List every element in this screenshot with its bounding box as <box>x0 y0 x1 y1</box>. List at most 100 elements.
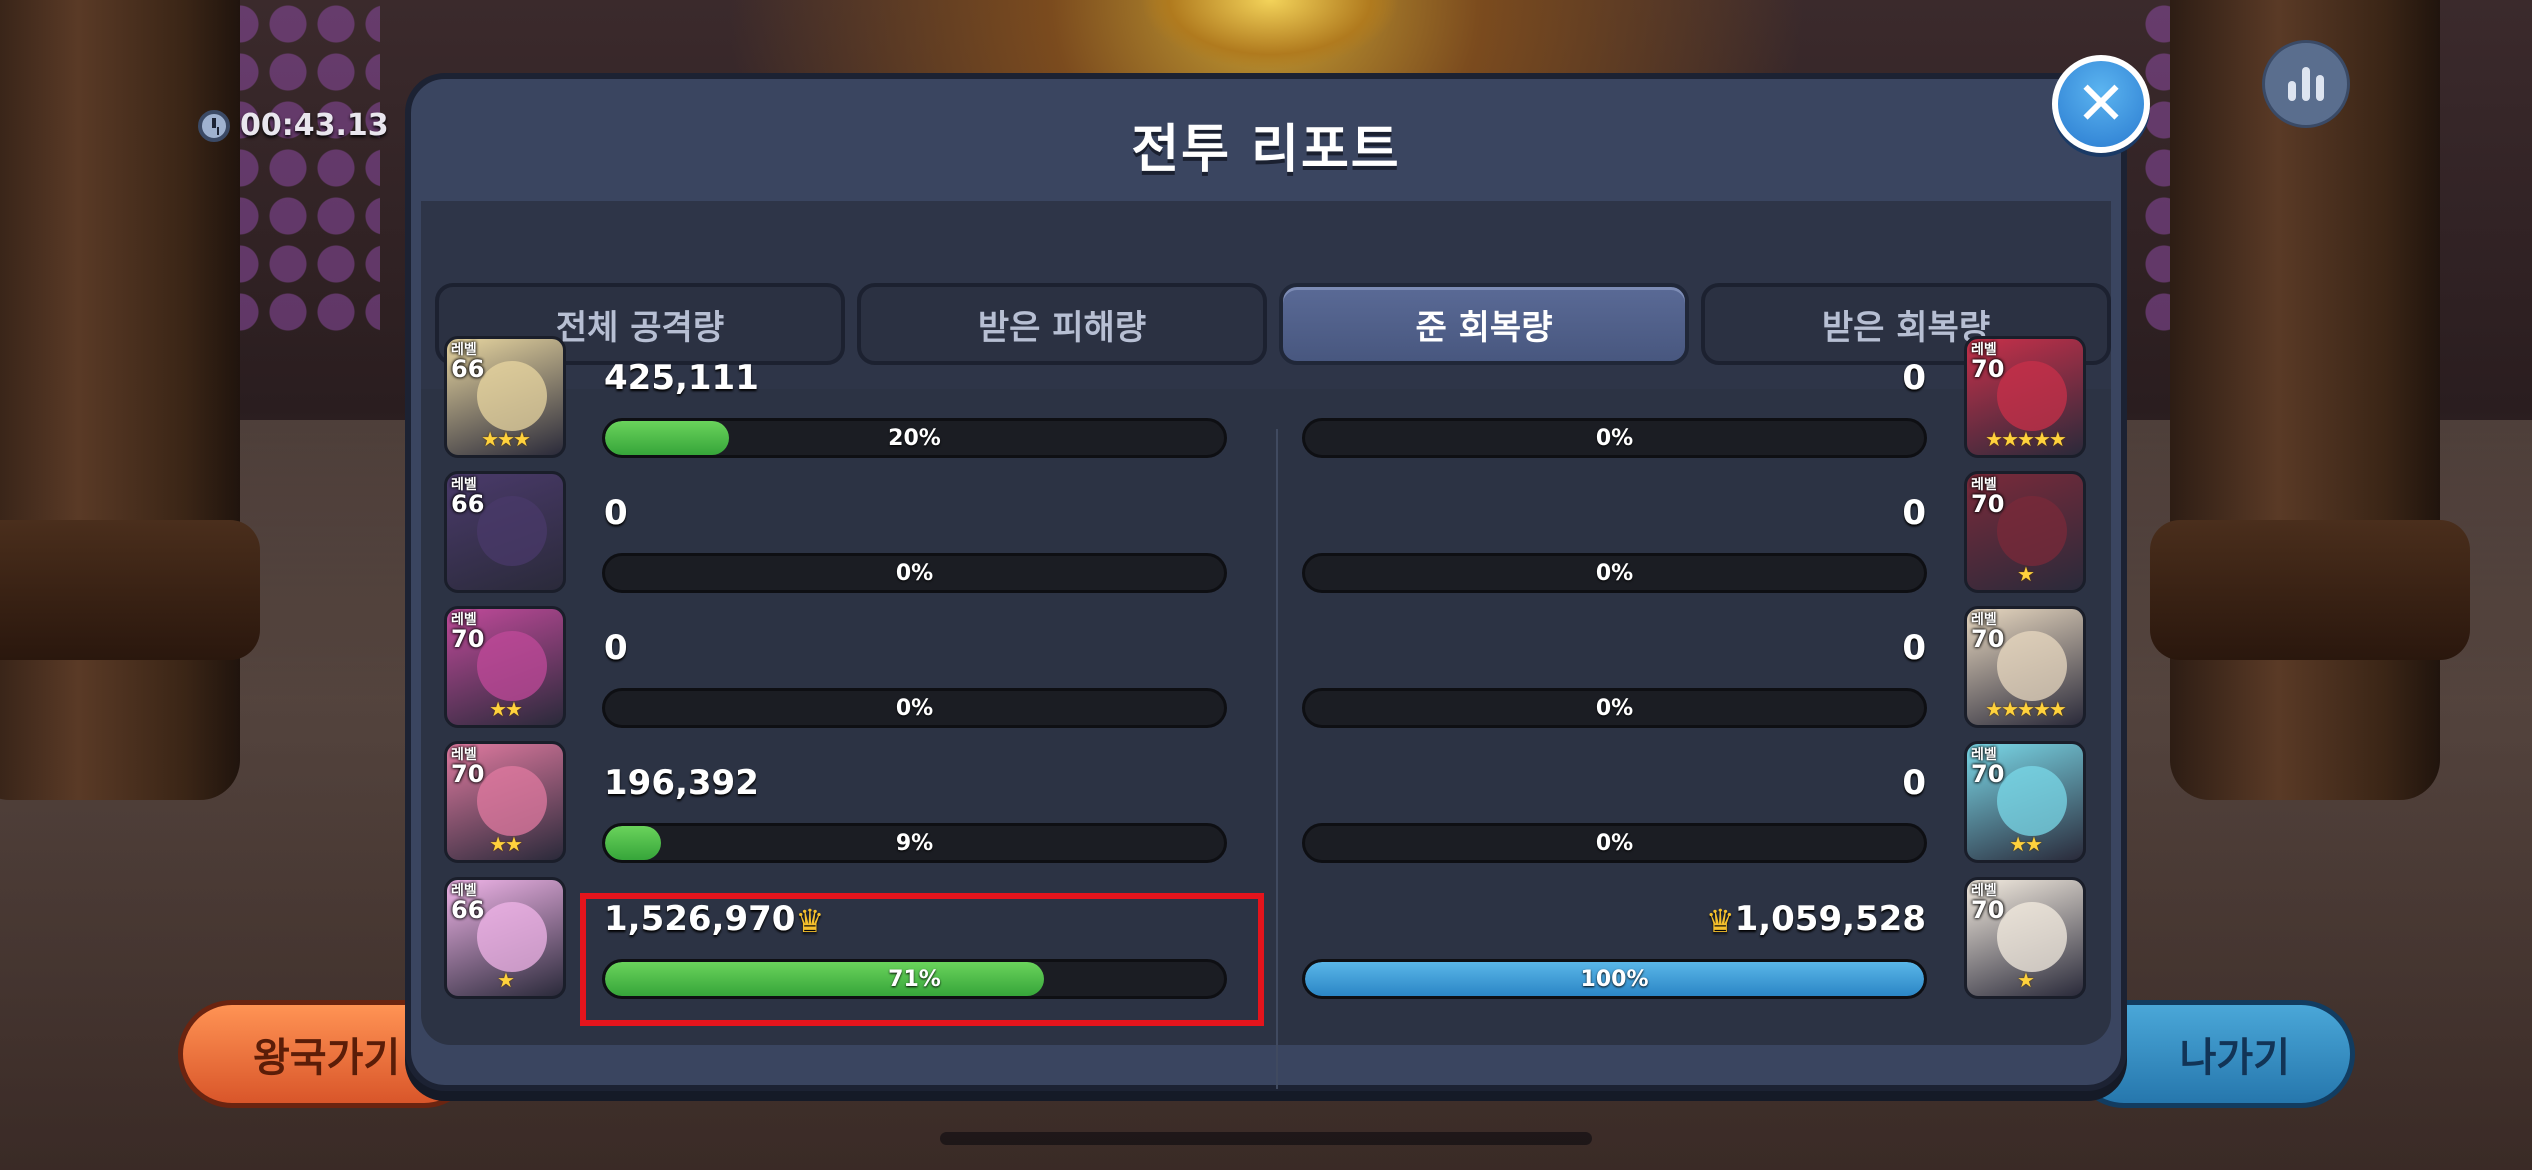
level-badge: 레벨 66 <box>451 343 484 381</box>
tab-damage-taken[interactable]: 받은 피해량 <box>857 283 1267 365</box>
star-rating: ★★★★★ <box>1985 697 2067 721</box>
cookie-portrait <box>1997 496 2067 566</box>
level-badge: 레벨 70 <box>1971 478 2004 516</box>
star-rating: ★★★★★ <box>1985 427 2067 451</box>
level-value: 70 <box>1971 760 2005 788</box>
percent-bar: 100% <box>1302 959 1927 999</box>
cookie-portrait <box>477 902 547 972</box>
enemy-avatar[interactable]: 레벨 70 ★★★★★ <box>1964 606 2086 728</box>
level-value: 70 <box>451 625 485 653</box>
cookie-portrait <box>477 631 547 701</box>
enemy-avatar[interactable]: 레벨 70 ★★★★★ <box>1964 336 2086 458</box>
level-value: 70 <box>1971 490 2005 518</box>
amount-value: 0 <box>1902 628 1926 668</box>
cookie-portrait <box>1997 902 2067 972</box>
stats-icon <box>2288 81 2296 101</box>
cookie-portrait <box>477 496 547 566</box>
percent-bar: 0% <box>602 553 1227 593</box>
amount-text: 0 <box>604 628 628 668</box>
amount-text: ♛ 1,059,528 <box>1706 899 1926 940</box>
percent-bar: 0% <box>1302 553 1927 593</box>
percent-label: 20% <box>888 425 941 451</box>
level-badge: 레벨 70 <box>1971 748 2004 786</box>
ally-avatar[interactable]: 레벨 66 <box>444 471 566 593</box>
level-badge: 레벨 66 <box>451 884 484 922</box>
level-badge: 레벨 70 <box>1971 884 2004 922</box>
close-icon: ✕ <box>2075 69 2127 139</box>
level-value: 70 <box>1971 625 2005 653</box>
crown-icon: ♛ <box>1705 901 1735 940</box>
star-rating: ★ <box>2017 968 2035 992</box>
percent-label: 0% <box>1595 695 1634 721</box>
amount-text: 0 <box>1902 358 1926 398</box>
amount-text: 0 <box>604 493 628 533</box>
amount-value: 0 <box>604 493 628 533</box>
star-rating: ★★★ <box>481 427 531 451</box>
star-rating: ★ <box>497 968 515 992</box>
home-indicator <box>940 1132 1592 1145</box>
percent-bar: 0% <box>1302 823 1927 863</box>
pillar-base-left <box>0 520 260 660</box>
modal-title: 전투 리포트 <box>1131 120 1401 180</box>
cookie-portrait <box>1997 631 2067 701</box>
highlight-box <box>580 893 1264 1026</box>
clock-icon <box>198 109 230 142</box>
level-value: 66 <box>451 355 485 383</box>
tab-healing-given[interactable]: 준 회복량 <box>1279 283 1689 365</box>
arena-crest <box>1140 0 1400 70</box>
percent-label: 0% <box>1595 830 1634 856</box>
star-rating: ★★ <box>489 697 523 721</box>
level-badge: 레벨 70 <box>1971 613 2004 651</box>
enemy-avatar[interactable]: 레벨 70 ★ <box>1964 877 2086 999</box>
ally-avatar[interactable]: 레벨 66 ★★★ <box>444 336 566 458</box>
close-button[interactable]: ✕ <box>2052 55 2150 153</box>
cookie-portrait <box>1997 361 2067 431</box>
percent-bar: 9% <box>602 823 1227 863</box>
ally-avatar[interactable]: 레벨 70 ★★ <box>444 606 566 728</box>
level-value: 66 <box>451 896 485 924</box>
percent-label: 0% <box>1595 425 1634 451</box>
stats-icon-bar <box>2316 75 2324 101</box>
enemy-avatar[interactable]: 레벨 70 ★★ <box>1964 741 2086 863</box>
enemy-avatar[interactable]: 레벨 70 ★ <box>1964 471 2086 593</box>
percent-label: 0% <box>1595 560 1634 586</box>
ally-avatar[interactable]: 레벨 70 ★★ <box>444 741 566 863</box>
pillar-base-right <box>2150 520 2470 660</box>
percent-bar: 20% <box>602 418 1227 458</box>
ally-avatar[interactable]: 레벨 66 ★ <box>444 877 566 999</box>
percent-label: 0% <box>895 560 934 586</box>
percent-label: 0% <box>895 695 934 721</box>
amount-value: 0 <box>1902 763 1926 803</box>
star-rating: ★ <box>2017 562 2035 586</box>
level-value: 70 <box>451 760 485 788</box>
amount-value: 0 <box>604 628 628 668</box>
percent-bar: 0% <box>1302 418 1927 458</box>
amount-value: 1,059,528 <box>1734 899 1926 939</box>
amount-text: 196,392 <box>604 763 759 803</box>
amount-value: 0 <box>1902 493 1926 533</box>
amount-text: 0 <box>1902 493 1926 533</box>
cookie-portrait <box>1997 766 2067 836</box>
cookie-portrait <box>477 361 547 431</box>
timer-value: 00:43.13 <box>240 108 389 143</box>
level-badge: 레벨 70 <box>451 613 484 651</box>
amount-value: 425,111 <box>604 358 759 398</box>
star-rating: ★★ <box>2009 832 2043 856</box>
amount-value: 196,392 <box>604 763 759 803</box>
stats-icon-bar <box>2302 67 2310 101</box>
star-rating: ★★ <box>489 832 523 856</box>
amount-text: 425,111 <box>604 358 759 398</box>
percent-bar: 0% <box>1302 688 1927 728</box>
percent-label: 9% <box>895 830 934 856</box>
level-badge: 레벨 70 <box>1971 343 2004 381</box>
stats-button[interactable] <box>2262 40 2350 128</box>
amount-text: 0 <box>1902 763 1926 803</box>
level-badge: 레벨 70 <box>451 748 484 786</box>
battle-timer: 00:43.13 <box>198 108 389 143</box>
level-value: 66 <box>451 490 485 518</box>
team-divider <box>1276 429 1278 1089</box>
amount-text: 0 <box>1902 628 1926 668</box>
percent-label: 100% <box>1580 966 1649 992</box>
percent-bar: 0% <box>602 688 1227 728</box>
amount-value: 0 <box>1902 358 1926 398</box>
